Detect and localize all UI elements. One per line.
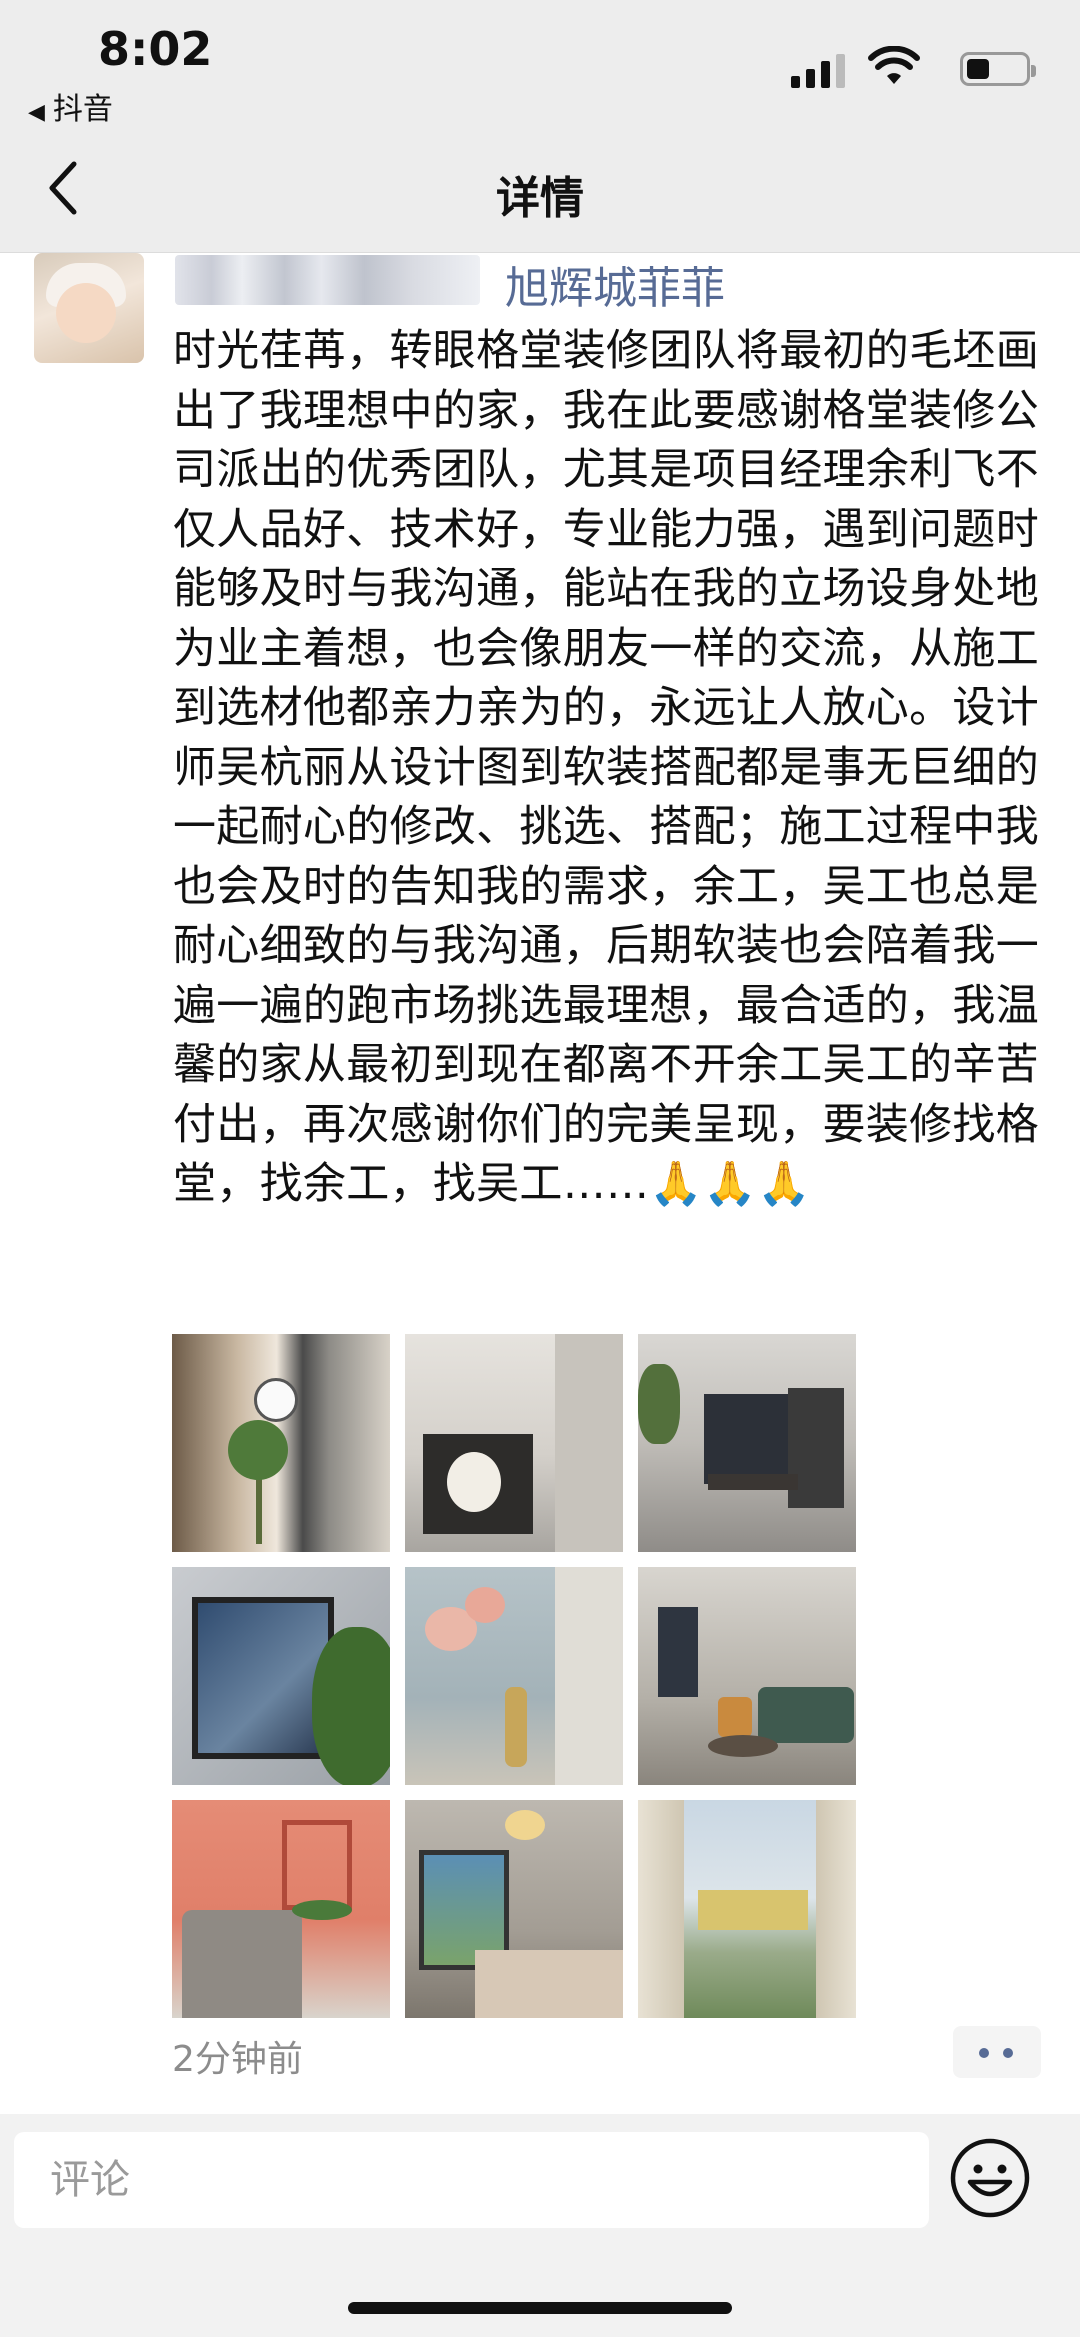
- photo-4[interactable]: [172, 1567, 390, 1785]
- comment-bar: [0, 2114, 1080, 2337]
- avatar[interactable]: [34, 253, 144, 363]
- smiley-face-icon[interactable]: [948, 2136, 1032, 2220]
- wifi-icon: [868, 46, 920, 84]
- nav-bar: 详情: [0, 130, 1080, 253]
- photo-7[interactable]: [172, 1800, 390, 2018]
- battery-level: [967, 59, 989, 79]
- triangle-left-icon: ◀: [28, 100, 45, 125]
- post-timestamp: 2分钟前: [172, 2039, 303, 2080]
- back-app-label: 抖音: [52, 92, 113, 127]
- post-text: 时光荏苒，转眼格堂装修团队将最初的毛坯画出了我理想中的家，我在此要感谢格堂装修公…: [173, 326, 1039, 1209]
- home-indicator: [348, 2302, 732, 2314]
- poster-nickname[interactable]: 旭辉城菲菲: [505, 252, 725, 316]
- more-dots-icon[interactable]: [953, 2026, 1041, 2078]
- status-time: 8:02: [98, 22, 213, 76]
- photo-6[interactable]: [638, 1567, 856, 1785]
- battery-icon: [960, 52, 1036, 86]
- photo-3[interactable]: [638, 1334, 856, 1552]
- photo-2[interactable]: [405, 1334, 623, 1552]
- back-to-app-link[interactable]: ◀ 抖音: [28, 84, 113, 128]
- page-title: 详情: [496, 173, 584, 224]
- photo-5[interactable]: [405, 1567, 623, 1785]
- comment-input[interactable]: [14, 2132, 929, 2228]
- cellular-signal-icon: [791, 52, 845, 88]
- photo-1[interactable]: [172, 1334, 390, 1552]
- status-bar: 8:02 ◀ 抖音: [0, 0, 1080, 130]
- photo-9[interactable]: [638, 1800, 856, 2018]
- blurred-name-area: [175, 255, 480, 305]
- photo-8[interactable]: [405, 1800, 623, 2018]
